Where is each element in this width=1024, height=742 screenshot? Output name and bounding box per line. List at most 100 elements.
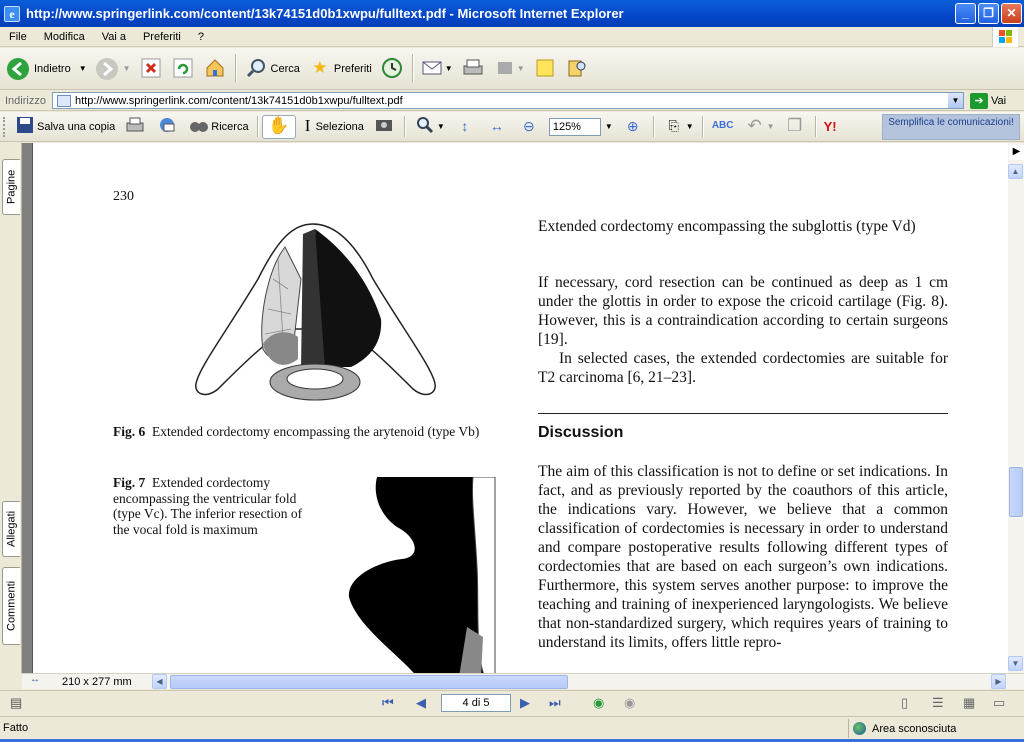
zoom-out-button[interactable]: ⊖	[513, 112, 545, 141]
copy-icon: ❐	[786, 115, 803, 135]
copy-button[interactable]: ❐	[779, 112, 811, 141]
acro-search-button[interactable]: Ricerca	[183, 112, 252, 141]
history-icon	[380, 57, 404, 81]
menu-vai-a[interactable]: Vai a	[93, 31, 134, 43]
menu-modifica[interactable]: Modifica	[35, 31, 93, 43]
subsection-heading: Extended cordectomy encompassing the sub…	[538, 218, 916, 235]
spellcheck-button[interactable]: ABC	[707, 112, 739, 141]
address-input[interactable]: http://www.springerlink.com/content/13k7…	[51, 92, 964, 109]
panel-toggle-icon[interactable]: ▤	[10, 695, 22, 711]
chevron-down-icon[interactable]: ▼	[123, 64, 131, 73]
window-title: http://www.springerlink.com/content/13k7…	[26, 6, 624, 21]
fit-width-button[interactable]: ↔	[481, 112, 513, 141]
search-button[interactable]: Cerca	[240, 48, 304, 89]
research-icon	[565, 57, 589, 81]
scroll-up-button[interactable]: ▲	[1008, 164, 1023, 179]
menu-file[interactable]: File	[0, 31, 35, 43]
rotate-button[interactable]: ⎘ ▼	[658, 112, 698, 141]
continuous-view-icon[interactable]: ☰	[932, 695, 944, 711]
navigation-tabs: Pagine Allegati Commenti	[0, 143, 22, 673]
undo-icon: ↶	[747, 115, 762, 135]
edit-icon	[493, 57, 517, 81]
email-button[interactable]	[151, 112, 183, 141]
undo-button[interactable]: ↶ ▼	[739, 112, 779, 141]
edit-button[interactable]: ▼	[489, 48, 529, 89]
simplify-button[interactable]: Semplifica le comunicazioni!	[882, 114, 1020, 140]
save-copy-label: Salva una copia	[37, 120, 116, 133]
previous-view-button[interactable]: ◉	[593, 695, 604, 711]
last-page-button[interactable]: ⏭	[549, 695, 561, 711]
single-page-view-icon[interactable]: ▯	[901, 695, 908, 711]
chevron-down-icon[interactable]: ▼	[445, 64, 453, 73]
vertical-scrollbar[interactable]: ▶ ▲ ▼	[1008, 143, 1024, 673]
printer-icon	[461, 57, 485, 81]
maximize-button[interactable]: ❐	[978, 3, 999, 24]
snapshot-button[interactable]	[368, 112, 400, 141]
go-button[interactable]: ➔ Vai	[969, 92, 1006, 109]
chevron-down-icon[interactable]: ▼	[437, 122, 445, 131]
refresh-button[interactable]	[167, 48, 199, 89]
tab-pages[interactable]: Pagine	[2, 159, 20, 215]
chevron-down-icon[interactable]: ▼	[79, 64, 87, 73]
windows-logo-icon	[992, 27, 1018, 47]
previous-page-button[interactable]: ◀	[416, 695, 426, 711]
refresh-icon	[171, 57, 195, 81]
zoom-in-tool-button[interactable]: ▼	[409, 112, 449, 141]
back-button[interactable]: Indietro ▼	[0, 48, 91, 89]
print-button[interactable]	[457, 48, 489, 89]
facing-view-icon[interactable]: ▦	[963, 695, 975, 711]
fig7-label: Fig. 7	[113, 475, 146, 490]
scroll-down-button[interactable]: ▼	[1008, 656, 1023, 671]
tab-attachments[interactable]: Allegati	[2, 501, 20, 557]
pdf-page: 230 Fig. 6 Extended cordectomy encompass…	[32, 143, 1008, 673]
menu-help[interactable]: ?	[189, 31, 212, 43]
hand-tool-button[interactable]: ✋	[261, 114, 296, 139]
figure-6-illustration	[195, 223, 436, 401]
panel-arrow-icon[interactable]: ▶	[1009, 145, 1024, 160]
horizontal-scroll-thumb[interactable]	[170, 675, 568, 689]
zoom-in-button[interactable]: ⊕	[617, 112, 649, 141]
scroll-left-button[interactable]: ◀	[152, 674, 167, 689]
scroll-thumb[interactable]	[1009, 467, 1023, 517]
figure-7-caption: Fig. 7 Extended cordectomy encompassing …	[113, 475, 305, 537]
chevron-down-icon[interactable]: ▼	[605, 122, 613, 131]
home-button[interactable]	[199, 48, 231, 89]
chevron-down-icon[interactable]: ▼	[767, 122, 775, 131]
mail-button[interactable]: ▼	[417, 48, 457, 89]
continuous-facing-view-icon[interactable]: ▭	[993, 695, 1005, 711]
printer-icon	[123, 115, 147, 139]
notes-button[interactable]	[529, 48, 561, 89]
document-viewer[interactable]: 230 Fig. 6 Extended cordectomy encompass…	[22, 143, 1008, 673]
zoom-select[interactable]: 125% ▼	[545, 112, 617, 141]
next-page-button[interactable]: ▶	[520, 695, 530, 711]
yahoo-button[interactable]: Y!	[820, 112, 841, 141]
back-arrow-icon	[6, 57, 30, 81]
chevron-down-icon[interactable]: ▼	[517, 64, 525, 73]
history-button[interactable]	[376, 48, 408, 89]
research-button[interactable]	[561, 48, 593, 89]
save-copy-button[interactable]: Salva una copia	[9, 112, 119, 141]
acro-print-button[interactable]	[119, 112, 151, 141]
chevron-down-icon[interactable]: ▼	[947, 93, 963, 108]
minimize-button[interactable]: _	[955, 3, 976, 24]
fig6-caption-text: Extended cordectomy encompassing the ary…	[152, 424, 480, 439]
horizontal-scrollbar[interactable]: ↔ 210 x 277 mm ◀ ▶	[22, 673, 1024, 689]
figure-6-caption: Fig. 6 Extended cordectomy encompassing …	[113, 424, 519, 440]
first-page-button[interactable]: ⏮	[382, 695, 394, 711]
next-view-button[interactable]: ◉	[624, 695, 635, 711]
address-bar: Indirizzo http://www.springerlink.com/co…	[0, 91, 1024, 111]
status-bar: Fatto Area sconosciuta	[0, 716, 1024, 739]
menu-preferiti[interactable]: Preferiti	[134, 31, 189, 43]
page-number-input[interactable]: 4 di 5	[441, 694, 511, 712]
close-button[interactable]: ✕	[1001, 3, 1022, 24]
chevron-down-icon[interactable]: ▼	[686, 122, 694, 131]
menu-bar: File Modifica Vai a Preferiti ?	[0, 27, 1024, 47]
tab-comments[interactable]: Commenti	[2, 567, 20, 645]
fit-height-button[interactable]: ↕	[449, 112, 481, 141]
address-label: Indirizzo	[5, 94, 46, 107]
forward-button[interactable]: ▼	[91, 48, 135, 89]
select-tool-button[interactable]: I Seleziona	[296, 112, 368, 141]
scroll-right-button[interactable]: ▶	[991, 674, 1006, 689]
favorites-button[interactable]: ★ Preferiti	[304, 48, 376, 89]
stop-button[interactable]	[135, 48, 167, 89]
